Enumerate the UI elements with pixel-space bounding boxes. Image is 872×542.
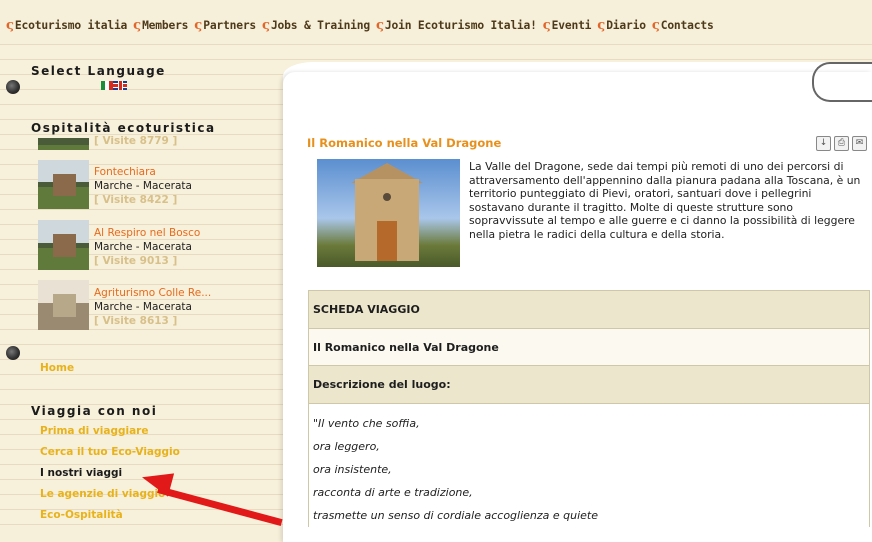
bullet-icon: [6, 346, 20, 360]
hotel-name-link[interactable]: Fontechiara: [94, 166, 156, 178]
language-flags: [101, 81, 127, 90]
article-title: Il Romanico nella Val Dragone: [307, 136, 502, 150]
pdf-icon[interactable]: ↓: [816, 136, 831, 151]
nav-item[interactable]: ς Jobs & Training: [262, 18, 370, 33]
nav-item[interactable]: ς Join Ecoturismo Italia!: [376, 18, 537, 33]
swirl-icon: ς: [262, 18, 270, 33]
verse-line: trasmette un senso di cordiale accoglien…: [313, 509, 599, 522]
print-icon[interactable]: ⎙: [834, 136, 849, 151]
sidebar-link-prima-di-viaggiare[interactable]: Prima di viaggiare: [40, 425, 148, 437]
hotel-thumbnail[interactable]: [38, 280, 89, 330]
hotel-thumbnail[interactable]: [38, 220, 89, 270]
swirl-icon: ς: [542, 18, 551, 33]
verse-line: ora leggero,: [313, 440, 380, 453]
top-navigation: ς Ecoturismo italia ς Members ς Partners ςJ…: [0, 0, 872, 44]
trip-sheet-table: SCHEDA VIAGGIO Il Romanico nella Val Dra…: [308, 290, 870, 527]
nav-item[interactable]: ς Contacts: [652, 18, 714, 33]
swirl-icon: ς: [597, 18, 606, 33]
swirl-icon: ς: [6, 18, 14, 33]
visits-count: [ Visite 8613 ]: [94, 315, 178, 327]
verse-line: ora insistente,: [313, 463, 392, 476]
article-tools: ↓ ⎙ ✉: [816, 136, 867, 151]
paperclip-icon: [812, 62, 872, 102]
swirl-icon: ς: [375, 18, 384, 33]
nav-item[interactable]: ς Partners: [194, 18, 256, 33]
visits-count: [ Visite 8779 ]: [94, 135, 178, 147]
ospitalita-heading: Ospitalità ecoturistica: [31, 121, 216, 135]
bullet-icon: [6, 80, 20, 94]
nav-link-partners[interactable]: Partners: [203, 19, 256, 32]
nav-link-members[interactable]: Members: [142, 19, 188, 32]
nav-link-diario[interactable]: Diario: [606, 19, 646, 32]
visits-count: [ Visite 9013 ]: [94, 255, 178, 267]
hotel-thumbnail[interactable]: [38, 160, 89, 209]
nav-link-jobs-training[interactable]: Jobs & Training: [271, 19, 370, 32]
italian-flag-icon[interactable]: [101, 81, 113, 90]
nav-item[interactable]: ς Eventi: [543, 18, 592, 33]
hotel-location: Marche - Macerata: [94, 241, 192, 253]
hotel-location: Marche - Macerata: [94, 180, 192, 192]
verse-line: "Il vento che soffia,: [313, 417, 420, 430]
swirl-icon: ς: [651, 18, 660, 33]
swirl-icon: ς: [194, 18, 203, 33]
english-flag-icon[interactable]: [113, 81, 127, 90]
home-link[interactable]: Home: [40, 362, 74, 374]
hotel-location: Marche - Macerata: [94, 301, 192, 313]
hotel-name-link[interactable]: Al Respiro nel Bosco: [94, 227, 200, 239]
sidebar-link-eco-ospitalita[interactable]: Eco-Ospitalità: [40, 509, 123, 521]
swirl-icon: ς: [133, 18, 142, 33]
select-language-heading: Select Language: [31, 64, 166, 78]
email-icon[interactable]: ✉: [852, 136, 867, 151]
nav-link-contacts[interactable]: Contacts: [661, 19, 714, 32]
hotel-thumbnail[interactable]: [38, 138, 89, 150]
sidebar-link-nostri-viaggi[interactable]: I nostri viaggi: [40, 467, 122, 479]
nav-item[interactable]: ς Diario: [597, 18, 646, 33]
nav-item[interactable]: ς Members: [133, 18, 188, 33]
article-intro: La Valle del Dragone, sede dai tempi più…: [469, 160, 861, 241]
verse-line: racconta di arte e tradizione,: [313, 486, 473, 499]
trip-name: Il Romanico nella Val Dragone: [309, 329, 869, 366]
nav-item[interactable]: ς Ecoturismo italia: [6, 18, 127, 33]
sheet-heading: SCHEDA VIAGGIO: [309, 291, 869, 329]
viaggia-heading: Viaggia con noi: [31, 404, 158, 418]
description-heading: Descrizione del luogo:: [309, 366, 869, 404]
nav-link-join[interactable]: Join Ecoturismo Italia!: [385, 19, 537, 32]
church-photo: [317, 159, 460, 267]
nav-link-ecoturismo-italia[interactable]: Ecoturismo italia: [15, 19, 127, 32]
sidebar-link-cerca-eco-viaggio[interactable]: Cerca il tuo Eco-Viaggio: [40, 446, 180, 458]
visits-count: [ Visite 8422 ]: [94, 194, 178, 206]
hotel-name-link[interactable]: Agriturismo Colle Re...: [94, 287, 211, 299]
nav-link-eventi[interactable]: Eventi: [552, 19, 592, 32]
